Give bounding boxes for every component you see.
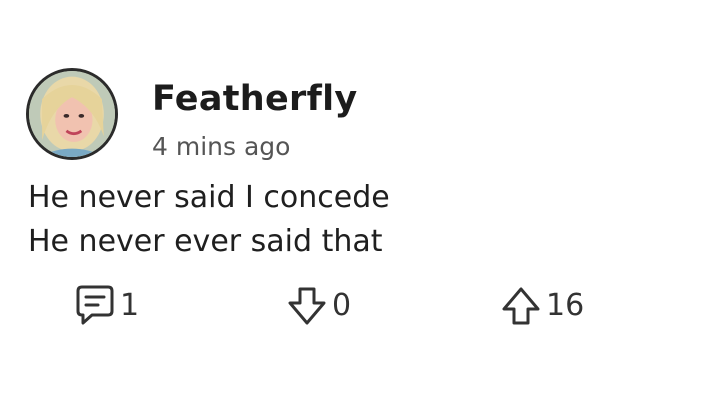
post-line: He never ever said that — [28, 224, 383, 259]
comments-button[interactable]: 1 — [74, 282, 139, 330]
upvote-button[interactable]: 16 — [500, 282, 584, 330]
post-line: He never said I concede — [28, 180, 390, 215]
avatar[interactable] — [26, 68, 118, 160]
upvote-count: 16 — [546, 288, 585, 323]
author-name[interactable]: Featherfly — [152, 82, 358, 117]
arrow-up-icon — [500, 283, 542, 329]
post-body: He never said I concede He never ever sa… — [28, 176, 390, 264]
comment-icon — [74, 283, 116, 329]
post-timestamp: 4 mins ago — [152, 132, 291, 161]
downvote-button[interactable]: 0 — [286, 282, 351, 330]
post-card: Featherfly 4 mins ago He never said I co… — [0, 0, 720, 400]
downvote-count: 0 — [332, 288, 352, 323]
arrow-down-icon — [286, 283, 328, 329]
avatar-image — [29, 71, 115, 157]
comment-count: 1 — [120, 288, 140, 323]
post-actions: 1 0 16 — [0, 282, 720, 330]
